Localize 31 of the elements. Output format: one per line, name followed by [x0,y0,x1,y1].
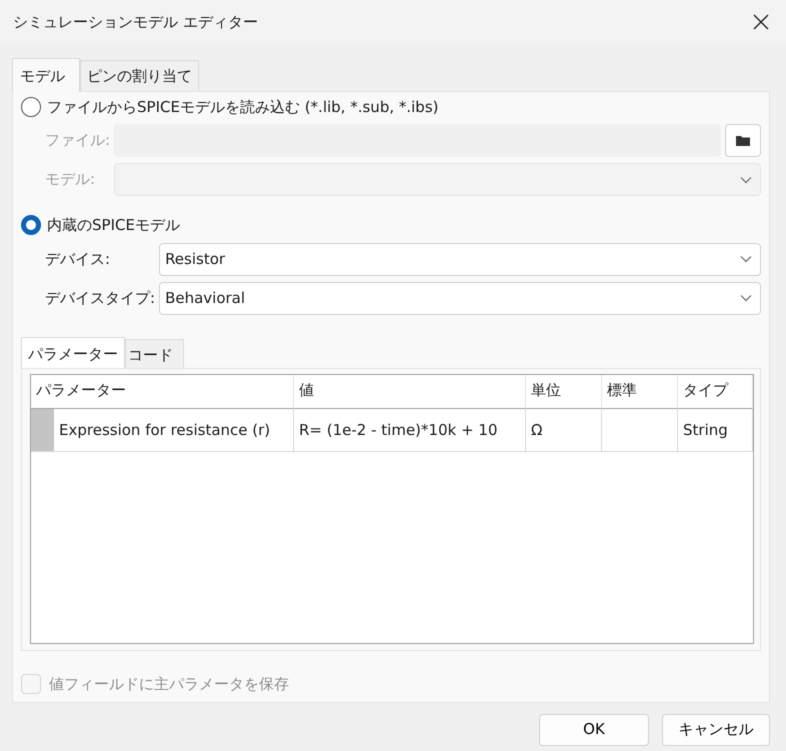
table-cell-text: Expression for resistance (r) [59,420,270,441]
tab[interactable]: コード [125,338,184,368]
field-label: デバイス: [45,248,112,270]
field-label: モデル: [45,169,96,190]
radio-option[interactable]: ファイルからSPICEモデルを読み込む (*.lib, *.sub, *.ibs) [21,96,761,118]
cancel-button[interactable]: キャンセル [662,714,770,746]
field-label: デバイスタイプ: [45,288,156,309]
row-header[interactable] [31,409,54,451]
tab[interactable]: モデル [12,58,80,92]
chevron-down-icon [740,255,752,263]
browse-button[interactable] [725,124,761,157]
ok-button[interactable]: OK [539,714,649,746]
column-header[interactable]: 標準 [602,375,678,409]
close-icon [752,13,770,31]
dropdown[interactable]: Resistor [159,242,761,276]
table-cell: String [678,409,753,452]
tab[interactable]: パラメーター [21,336,125,368]
table-cell: R= (1e-2 - time)*10k + 10 [294,409,526,452]
column-header[interactable]: パラメーター [31,375,294,409]
radio-option[interactable]: 内蔵のSPICEモデル [21,214,761,236]
folder-icon [736,135,750,146]
chevron-down-icon [740,294,752,302]
column-header[interactable]: 単位 [526,375,602,409]
column-header[interactable]: タイプ [678,375,753,409]
table-cell: Ω [526,409,602,452]
chevron-down-icon [740,176,752,184]
column-header[interactable]: 値 [294,375,526,409]
window-title: シミュレーションモデル エディター [13,12,258,33]
tab[interactable]: ピンの割り当て [80,60,199,90]
field-label: ファイル: [45,130,110,152]
dropdown[interactable]: Behavioral [159,282,761,314]
